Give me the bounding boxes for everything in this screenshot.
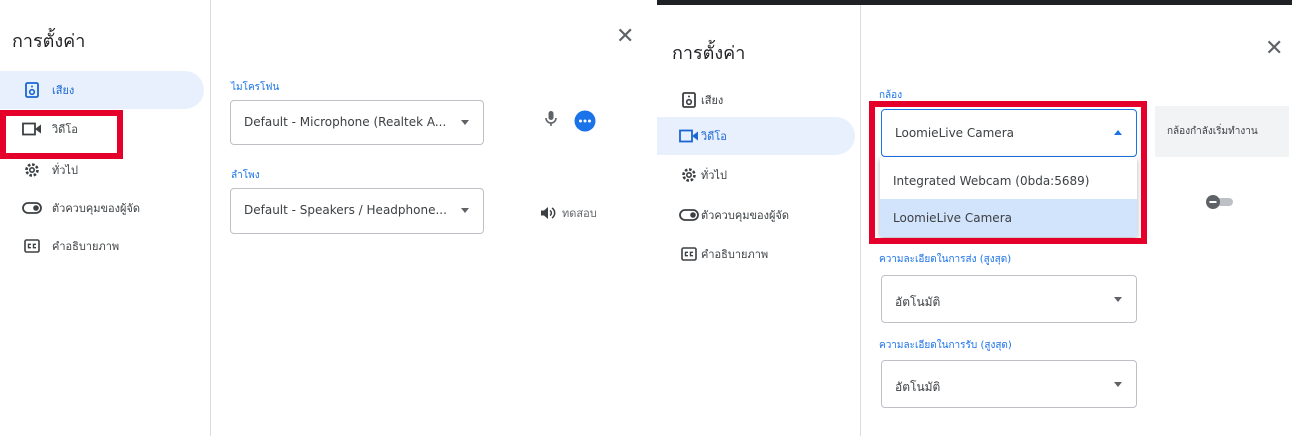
microphone-select[interactable]: Default - Microphone (Realtek A... — [230, 100, 484, 145]
microphone-label: ไมโครโฟน — [231, 82, 280, 93]
send-resolution-select[interactable]: อัตโนมัติ — [881, 275, 1137, 323]
sidebar-item-label: วิดีโอ — [52, 123, 78, 136]
volume-icon — [540, 205, 556, 224]
chevron-down-icon — [1114, 297, 1122, 302]
sidebar-item-label: คำอธิบายภาพ — [52, 240, 120, 253]
sidebar-item-label: ตัวควบคุมของผู้จัด — [701, 209, 789, 222]
speaker-icon — [22, 81, 42, 99]
gear-icon — [679, 166, 699, 184]
receive-resolution-value: อัตโนมัติ — [895, 380, 941, 394]
camera-preview-status: กล้องกำลังเริ่มทำงาน — [1167, 126, 1258, 137]
toggle-icon — [679, 206, 699, 224]
microphone-icon — [544, 110, 558, 132]
gear-icon — [22, 161, 42, 179]
close-icon[interactable]: ✕ — [1265, 38, 1283, 60]
receive-resolution-label: ความละเอียดในการรับ (สูงสุด) — [879, 340, 1012, 351]
chevron-down-icon — [461, 120, 469, 125]
video-camera-icon — [679, 127, 699, 145]
camera-select[interactable]: LoomieLive Camera — [881, 109, 1137, 157]
camera-preview: กล้องกำลังเริ่มทำงาน — [1155, 106, 1289, 157]
speaker-icon — [679, 91, 699, 109]
toggle-switch[interactable] — [1205, 194, 1235, 214]
speaker-label: ลำโพง — [231, 170, 260, 181]
camera-option-selected[interactable]: LoomieLive Camera — [880, 199, 1137, 237]
captions-icon — [22, 237, 42, 255]
sidebar-item-host-controls[interactable]: ตัวควบคุมของผู้จัด — [0, 189, 204, 227]
dialog-title: การตั้งค่า — [672, 43, 746, 64]
sidebar-item-audio[interactable]: เสียง — [0, 71, 204, 109]
sidebar-item-video[interactable]: วิดีโอ — [657, 117, 855, 155]
test-speaker-label: ทดสอบ — [562, 207, 597, 220]
video-camera-icon — [22, 120, 42, 138]
more-options-icon[interactable] — [574, 110, 596, 136]
sidebar-item-host-controls[interactable]: ตัวควบคุมของผู้จัด — [657, 196, 855, 234]
settings-dialog-video: การตั้งค่า เสียง วิดีโอ ทั่วไป ตัวควบคุม… — [657, 0, 1292, 436]
sidebar-item-label: เสียง — [52, 84, 75, 97]
chevron-down-icon — [1114, 382, 1122, 387]
camera-option-label: LoomieLive Camera — [893, 211, 1012, 225]
sidebar-item-video[interactable]: วิดีโอ — [0, 110, 204, 148]
sidebar-item-label: ทั่วไป — [701, 169, 727, 182]
toggle-icon — [22, 199, 42, 217]
sidebar-item-label: คำอธิบายภาพ — [701, 248, 769, 261]
chevron-down-icon — [461, 208, 469, 213]
sidebar-item-label: ทั่วไป — [52, 164, 78, 177]
camera-value: LoomieLive Camera — [895, 126, 1014, 140]
sidebar-item-general[interactable]: ทั่วไป — [657, 156, 855, 194]
camera-option-label: Integrated Webcam (0bda:5689) — [893, 174, 1090, 188]
settings-dialog-audio: การตั้งค่า เสียง วิดีโอ ทั่วไป ตัวควบคุม… — [0, 0, 645, 436]
speaker-value: Default - Speakers / Headphone... — [244, 203, 447, 217]
close-icon[interactable]: ✕ — [616, 26, 634, 48]
camera-dropdown-menu: Integrated Webcam (0bda:5689) LoomieLive… — [880, 157, 1137, 237]
sidebar-item-label: ตัวควบคุมของผู้จัด — [52, 202, 140, 215]
sidebar-item-label: เสียง — [701, 94, 724, 107]
sidebar-item-captions[interactable]: คำอธิบายภาพ — [0, 227, 204, 265]
camera-option[interactable]: Integrated Webcam (0bda:5689) — [880, 162, 1137, 200]
send-resolution-label: ความละเอียดในการส่ง (สูงสุด) — [879, 254, 1012, 265]
microphone-value: Default - Microphone (Realtek A... — [244, 115, 447, 129]
chevron-up-icon — [1114, 130, 1122, 135]
send-resolution-value: อัตโนมัติ — [895, 295, 941, 309]
sidebar-item-label: วิดีโอ — [701, 130, 727, 143]
dialog-title: การตั้งค่า — [12, 31, 86, 52]
speaker-select[interactable]: Default - Speakers / Headphone... — [230, 188, 484, 234]
receive-resolution-select[interactable]: อัตโนมัติ — [881, 360, 1137, 408]
sidebar-item-captions[interactable]: คำอธิบายภาพ — [657, 235, 855, 273]
camera-label: กล้อง — [879, 90, 903, 101]
sidebar-item-audio[interactable]: เสียง — [657, 81, 855, 119]
captions-icon — [679, 245, 699, 263]
sidebar-item-general[interactable]: ทั่วไป — [0, 151, 204, 189]
